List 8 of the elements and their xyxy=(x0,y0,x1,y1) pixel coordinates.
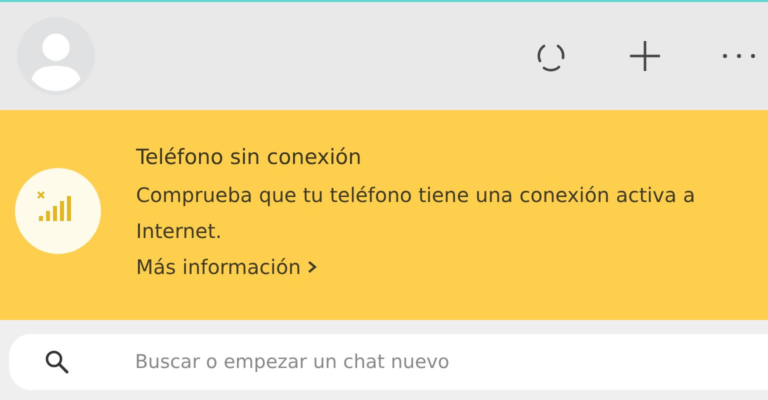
search-field[interactable]: Buscar o empezar un chat nuevo xyxy=(9,334,768,390)
chevron-icon xyxy=(306,260,317,274)
banner-title: Teléfono sin conexión xyxy=(136,145,362,169)
search-icon xyxy=(44,349,70,375)
banner-message: Comprueba que tu teléfono tiene una conexión activa a Internet. xyxy=(136,182,696,245)
more-info-link[interactable]: Más información xyxy=(136,249,317,285)
no-signal-icon xyxy=(15,168,101,254)
more-icon[interactable] xyxy=(720,51,758,61)
